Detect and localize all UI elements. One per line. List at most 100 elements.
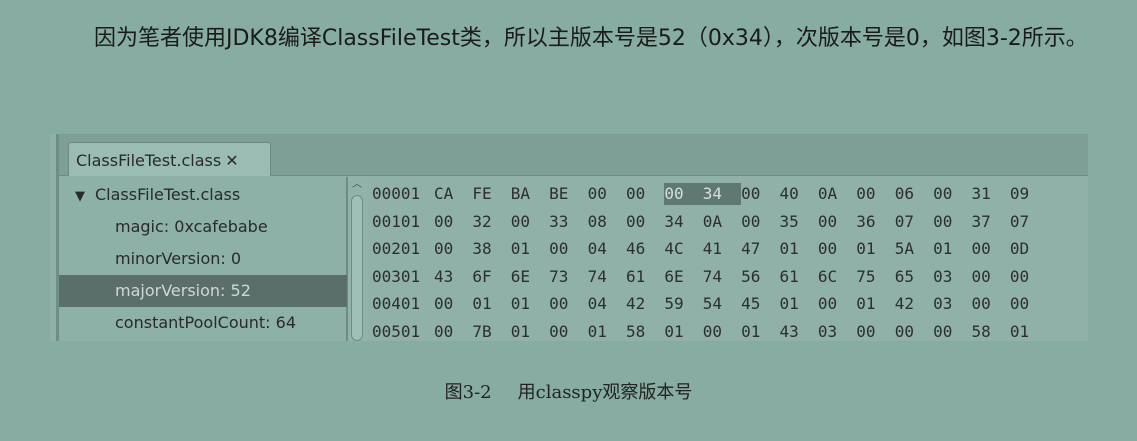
hex-byte[interactable]: 43 <box>434 266 472 288</box>
hex-byte[interactable]: 00 <box>741 211 779 233</box>
hex-byte[interactable]: 61 <box>780 266 818 288</box>
hex-byte[interactable]: 03 <box>818 321 856 342</box>
hex-byte[interactable]: CA <box>434 183 472 205</box>
hex-byte[interactable]: 00 <box>895 321 933 342</box>
hex-byte[interactable]: 38 <box>472 238 510 260</box>
hex-byte[interactable]: 43 <box>780 321 818 342</box>
hex-byte[interactable]: 31 <box>971 183 1009 205</box>
hex-byte[interactable]: 00 <box>434 293 472 315</box>
hex-byte[interactable]: 00 <box>971 238 1009 260</box>
hex-byte[interactable]: 6E <box>664 266 702 288</box>
hex-byte[interactable]: 01 <box>780 293 818 315</box>
hex-byte[interactable]: 56 <box>741 266 779 288</box>
scroll-thumb[interactable] <box>351 195 363 341</box>
hex-byte[interactable]: 07 <box>1010 211 1048 233</box>
tab-classfiletest[interactable]: ClassFileTest.class ✕ <box>68 142 271 176</box>
tree-node-constant-pool-count[interactable]: constantPoolCount: 64 <box>59 307 347 339</box>
hex-byte[interactable]: 74 <box>588 266 626 288</box>
hex-byte[interactable]: 61 <box>626 266 664 288</box>
hex-byte[interactable]: 00 <box>971 266 1009 288</box>
tree-node-minor-version[interactable]: minorVersion: 0 <box>59 243 347 275</box>
hex-byte[interactable]: 03 <box>933 293 971 315</box>
hex-byte[interactable]: 00 <box>856 183 894 205</box>
hex-byte[interactable]: 0A <box>703 211 741 233</box>
hex-byte[interactable]: 00 <box>434 211 472 233</box>
hex-byte[interactable]: 00 <box>933 321 971 342</box>
hex-byte[interactable]: 5A <box>895 238 933 260</box>
hex-byte[interactable]: 01 <box>511 293 549 315</box>
expand-arrow-icon[interactable]: ▼ <box>75 181 95 213</box>
hex-byte[interactable]: 00 <box>741 183 779 205</box>
hex-byte[interactable]: 01 <box>856 238 894 260</box>
tree-node-major-version[interactable]: majorVersion: 52 <box>59 275 347 307</box>
close-icon[interactable]: ✕ <box>225 151 238 170</box>
hex-byte[interactable]: 00 <box>626 211 664 233</box>
hex-byte[interactable]: 34 <box>702 183 742 205</box>
hex-byte[interactable]: 34 <box>664 211 702 233</box>
hex-byte[interactable]: 6F <box>472 266 510 288</box>
hex-byte[interactable]: 36 <box>856 211 894 233</box>
hex-byte[interactable]: 00 <box>434 238 472 260</box>
hex-byte[interactable]: 6C <box>818 266 856 288</box>
tree-scrollbar[interactable]: ︿ <box>347 177 367 341</box>
hex-byte[interactable]: 00 <box>971 293 1009 315</box>
hex-byte[interactable]: 65 <box>895 266 933 288</box>
hex-byte[interactable]: 00 <box>856 321 894 342</box>
hex-byte[interactable]: 04 <box>588 238 626 260</box>
hex-byte[interactable]: 42 <box>626 293 664 315</box>
tree-node-magic[interactable]: magic: 0xcafebabe <box>59 211 347 243</box>
hex-byte[interactable]: 0A <box>818 183 856 205</box>
hex-byte[interactable]: 75 <box>856 266 894 288</box>
hex-byte[interactable]: 00 <box>818 211 856 233</box>
hex-byte[interactable]: 00 <box>588 183 626 205</box>
hex-byte[interactable]: 09 <box>1010 183 1048 205</box>
hex-byte[interactable]: 00 <box>818 293 856 315</box>
hex-byte[interactable]: 01 <box>511 238 549 260</box>
hex-byte[interactable]: 7B <box>472 321 510 342</box>
hex-byte[interactable]: 6E <box>511 266 549 288</box>
hex-byte[interactable]: 00 <box>549 293 587 315</box>
hex-byte[interactable]: 00 <box>434 321 472 342</box>
hex-byte[interactable]: 54 <box>703 293 741 315</box>
hex-byte[interactable]: 01 <box>856 293 894 315</box>
hex-byte[interactable]: 46 <box>626 238 664 260</box>
scroll-up-icon[interactable]: ︿ <box>350 179 364 191</box>
hex-byte[interactable]: 01 <box>933 238 971 260</box>
hex-byte[interactable]: 00 <box>626 183 664 205</box>
hex-byte[interactable]: 40 <box>780 183 818 205</box>
tree-node-root[interactable]: ▼ ClassFileTest.class <box>59 179 347 211</box>
hex-byte[interactable]: 58 <box>626 321 664 342</box>
hex-byte[interactable]: BE <box>549 183 587 205</box>
hex-byte[interactable]: 00 <box>664 183 703 205</box>
hex-byte[interactable]: 01 <box>1010 321 1048 342</box>
hex-byte[interactable]: 33 <box>549 211 587 233</box>
hex-byte[interactable]: 00 <box>549 321 587 342</box>
hex-byte[interactable]: 04 <box>588 293 626 315</box>
hex-byte[interactable]: 41 <box>703 238 741 260</box>
hex-byte[interactable]: 42 <box>895 293 933 315</box>
hex-byte[interactable]: 0D <box>1010 238 1048 260</box>
hex-byte[interactable]: 00 <box>511 211 549 233</box>
hex-byte[interactable]: 06 <box>895 183 933 205</box>
hex-byte[interactable]: 58 <box>971 321 1009 342</box>
hex-byte[interactable]: 01 <box>780 238 818 260</box>
hex-byte[interactable]: 32 <box>472 211 510 233</box>
hex-byte[interactable]: 03 <box>933 266 971 288</box>
hex-byte[interactable]: 01 <box>664 321 702 342</box>
hex-byte[interactable]: 01 <box>511 321 549 342</box>
hex-byte[interactable]: 45 <box>741 293 779 315</box>
hex-byte[interactable]: 01 <box>741 321 779 342</box>
hex-byte[interactable]: 59 <box>664 293 702 315</box>
hex-byte[interactable]: BA <box>511 183 549 205</box>
hex-byte[interactable]: 07 <box>895 211 933 233</box>
hex-byte[interactable]: 47 <box>741 238 779 260</box>
hex-byte[interactable]: 74 <box>703 266 741 288</box>
hex-byte[interactable]: 73 <box>549 266 587 288</box>
hex-byte[interactable]: 00 <box>818 238 856 260</box>
hex-byte[interactable]: 00 <box>549 238 587 260</box>
hex-byte[interactable]: 00 <box>933 183 971 205</box>
hex-byte[interactable]: 4C <box>664 238 702 260</box>
hex-byte[interactable]: FE <box>472 183 510 205</box>
hex-byte[interactable]: 00 <box>703 321 741 342</box>
hex-byte[interactable]: 37 <box>971 211 1009 233</box>
